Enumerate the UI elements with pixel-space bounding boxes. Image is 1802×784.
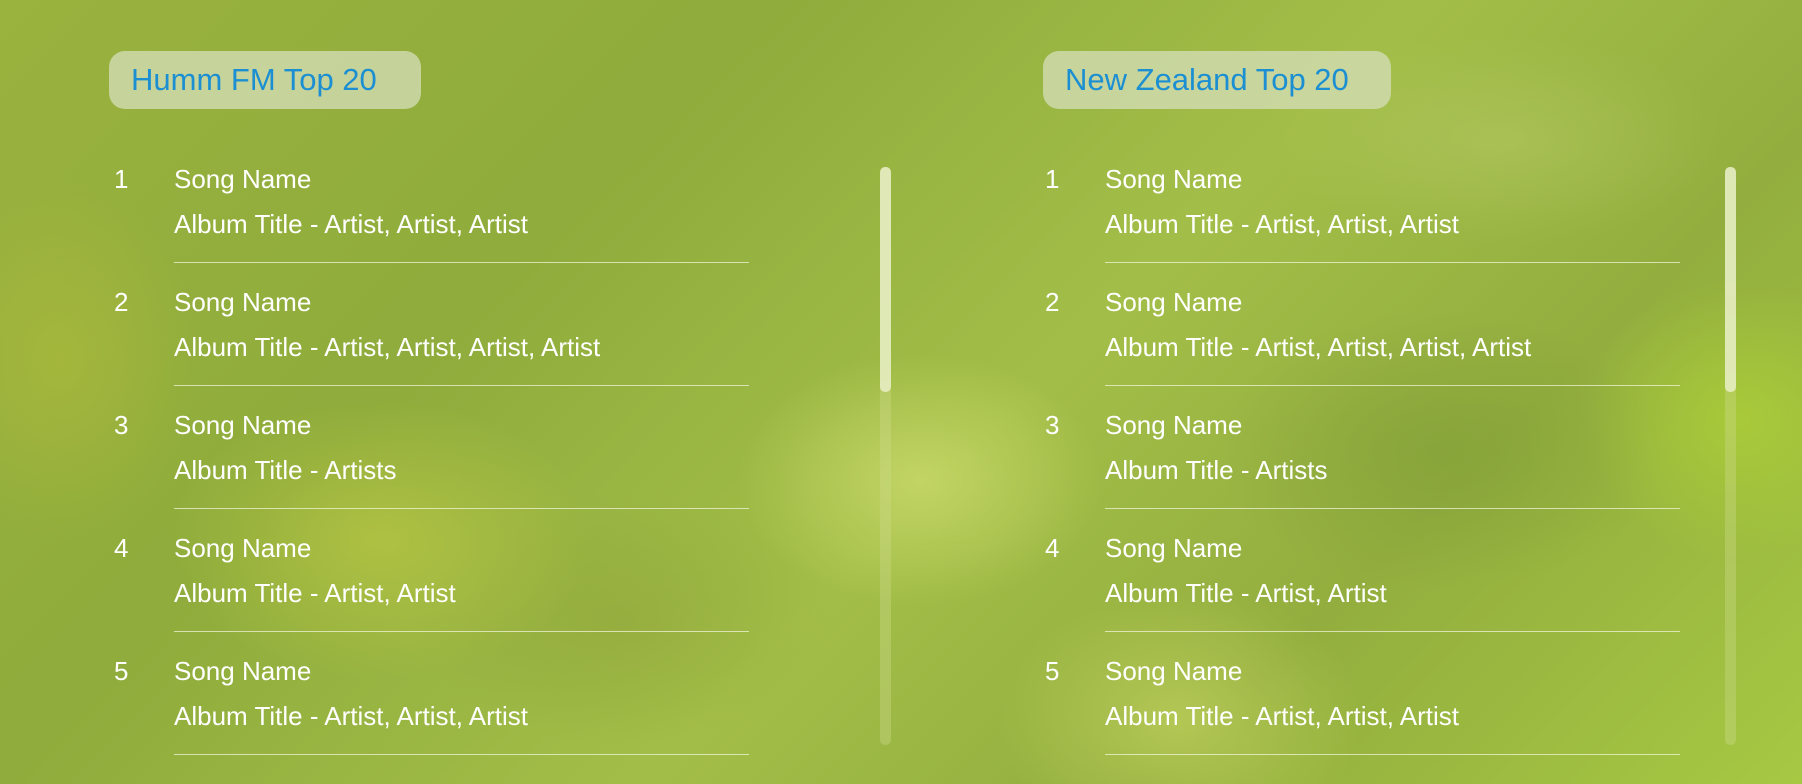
chart-title[interactable]: Humm FM Top 20 — [109, 51, 421, 109]
song-row[interactable]: 1 Song Name Album Title - Artist, Artist… — [100, 150, 750, 273]
song-name: Song Name — [1105, 287, 1243, 317]
song-row[interactable]: 4 Song Name Album Title - Artist, Artist — [100, 519, 750, 642]
song-list: 1 Song Name Album Title - Artist, Artist… — [100, 150, 750, 765]
song-rank: 3 — [1045, 410, 1060, 440]
row-divider — [1105, 385, 1680, 386]
row-divider — [1105, 508, 1680, 509]
album-artists: Album Title - Artist, Artist — [1105, 578, 1387, 608]
album-artists: Album Title - Artist, Artist, Artist — [174, 209, 528, 239]
song-rank: 4 — [1045, 533, 1060, 563]
row-divider — [174, 385, 749, 386]
scrollbar-thumb[interactable] — [880, 167, 891, 392]
song-rank: 2 — [1045, 287, 1060, 317]
row-divider — [1105, 262, 1680, 263]
row-divider — [1105, 631, 1680, 632]
album-artists: Album Title - Artists — [1105, 455, 1328, 485]
scrollbar-thumb[interactable] — [1725, 167, 1736, 392]
album-artists: Album Title - Artist, Artist — [174, 578, 456, 608]
song-name: Song Name — [1105, 410, 1243, 440]
song-row[interactable]: 2 Song Name Album Title - Artist, Artist… — [100, 273, 750, 396]
album-artists: Album Title - Artists — [174, 455, 397, 485]
song-row[interactable]: 4 Song Name Album Title - Artist, Artist — [1031, 519, 1681, 642]
song-name: Song Name — [174, 656, 312, 686]
song-name: Song Name — [174, 287, 312, 317]
song-rank: 1 — [114, 164, 129, 194]
song-name: Song Name — [1105, 533, 1243, 563]
song-name: Song Name — [174, 164, 312, 194]
scrollbar-track[interactable] — [880, 167, 891, 745]
song-rank: 5 — [114, 656, 129, 686]
song-row[interactable]: 5 Song Name Album Title - Artist, Artist… — [100, 642, 750, 765]
song-row[interactable]: 1 Song Name Album Title - Artist, Artist… — [1031, 150, 1681, 273]
row-divider — [174, 754, 749, 755]
song-row[interactable]: 3 Song Name Album Title - Artists — [1031, 396, 1681, 519]
row-divider — [1105, 754, 1680, 755]
song-name: Song Name — [1105, 164, 1243, 194]
humm-fm-chart-panel: Humm FM Top 20 1 Song Name Album Title -… — [0, 0, 901, 784]
album-artists: Album Title - Artist, Artist, Artist — [1105, 209, 1459, 239]
album-artists: Album Title - Artist, Artist, Artist — [1105, 701, 1459, 731]
song-rank: 4 — [114, 533, 129, 563]
album-artists: Album Title - Artist, Artist, Artist, Ar… — [1105, 332, 1532, 362]
song-row[interactable]: 3 Song Name Album Title - Artists — [100, 396, 750, 519]
song-name: Song Name — [174, 410, 312, 440]
song-rank: 1 — [1045, 164, 1060, 194]
row-divider — [174, 631, 749, 632]
song-rank: 3 — [114, 410, 129, 440]
song-row[interactable]: 5 Song Name Album Title - Artist, Artist… — [1031, 642, 1681, 765]
new-zealand-chart-panel: New Zealand Top 20 1 Song Name Album Tit… — [901, 0, 1802, 784]
chart-title[interactable]: New Zealand Top 20 — [1043, 51, 1391, 109]
song-rank: 5 — [1045, 656, 1060, 686]
scrollbar-track[interactable] — [1725, 167, 1736, 745]
song-rank: 2 — [114, 287, 129, 317]
song-row[interactable]: 2 Song Name Album Title - Artist, Artist… — [1031, 273, 1681, 396]
row-divider — [174, 508, 749, 509]
album-artists: Album Title - Artist, Artist, Artist, Ar… — [174, 332, 601, 362]
album-artists: Album Title - Artist, Artist, Artist — [174, 701, 528, 731]
song-list: 1 Song Name Album Title - Artist, Artist… — [1031, 150, 1681, 765]
row-divider — [174, 262, 749, 263]
song-name: Song Name — [1105, 656, 1243, 686]
song-name: Song Name — [174, 533, 312, 563]
